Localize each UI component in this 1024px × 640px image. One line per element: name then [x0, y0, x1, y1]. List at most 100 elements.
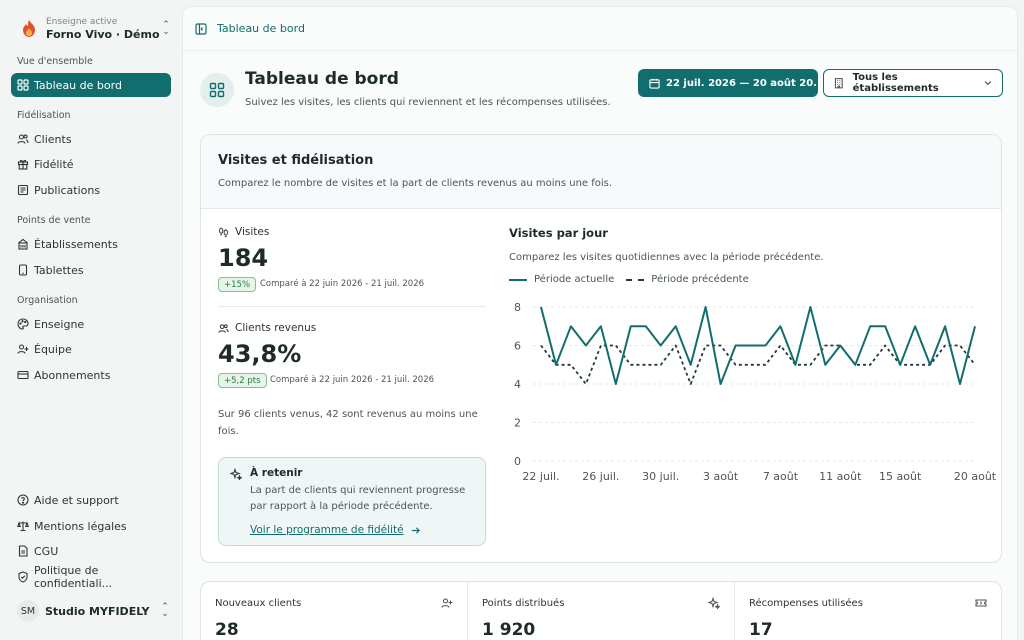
nav-section-title: Fidélisation — [17, 110, 71, 121]
sidebar-item-brand[interactable]: Enseigne — [11, 312, 171, 336]
grid-icon — [17, 79, 29, 91]
sidebar-item-subscriptions[interactable]: Abonnements — [11, 363, 171, 387]
tablet-icon — [17, 264, 29, 276]
dashboard-icon — [200, 73, 234, 107]
chevron-up-down-icon: ⌃ ⌄ — [161, 602, 169, 619]
file-icon — [17, 545, 29, 557]
visits-loyalty-card: Visites et fidélisation Comparez le nomb… — [200, 134, 1002, 563]
topbar: Tableau de bord — [183, 7, 1017, 51]
stat-card-new-clients: Nouveaux clients 28 — [201, 582, 468, 640]
sidebar-toggle-icon[interactable] — [195, 22, 207, 35]
card-icon — [17, 369, 29, 381]
loyalty-program-link[interactable]: Voir le programme de fidélité — [250, 524, 421, 536]
users-icon — [17, 133, 29, 145]
stat-value: 17 — [749, 620, 773, 640]
chart-subtitle: Comparez les visites quotidiennes avec l… — [509, 252, 824, 263]
sidebar-item-label: Enseigne — [34, 317, 85, 331]
takeaway-title: À retenir — [250, 467, 303, 479]
sidebar-item-label: Clients — [34, 132, 72, 146]
arrow-right-icon — [411, 526, 420, 534]
users-icon — [218, 323, 229, 333]
sidebar-item-team[interactable]: Équipe — [11, 337, 171, 361]
sidebar-item-label: Publications — [34, 183, 101, 197]
ticket-icon — [975, 599, 987, 607]
x-tick-label: 20 août — [954, 470, 997, 483]
x-tick-label: 3 août — [703, 470, 739, 483]
card-subtitle: Comparez le nombre de visites et la part… — [218, 178, 613, 189]
stat-value: 28 — [215, 620, 239, 640]
chart-title: Visites par jour — [509, 226, 608, 240]
card-title: Visites et fidélisation — [218, 153, 374, 168]
page-subtitle: Suivez les visites, les clients qui revi… — [245, 97, 611, 108]
x-tick-label: 15 août — [879, 470, 922, 483]
establishment-select[interactable]: Tous les établissements — [823, 69, 1003, 97]
palette-icon — [17, 318, 29, 330]
chevron-up-down-icon: ⌃ ⌄ — [162, 20, 170, 37]
sidebar-item-establishments[interactable]: Établissements — [11, 232, 171, 256]
returning-delta-badge: +5,2 pts — [218, 373, 267, 388]
gift-icon — [17, 158, 29, 170]
breadcrumb[interactable]: Tableau de bord — [217, 22, 305, 35]
sidebar-item-terms[interactable]: CGU — [11, 539, 171, 563]
chevron-down-icon — [984, 81, 992, 86]
y-tick-label: 2 — [514, 417, 521, 430]
building-icon — [834, 78, 843, 89]
legend-label-current: Période actuelle — [534, 274, 615, 285]
page-title: Tableau de bord — [245, 69, 399, 89]
nav-section-title: Points de vente — [17, 215, 91, 226]
visits-label-text: Visites — [235, 226, 270, 238]
brand-switcher[interactable]: Enseigne active Forno Vivo · Démo ⌃ ⌄ — [12, 10, 172, 48]
team-icon — [17, 343, 29, 355]
stat-card-rewards: Récompenses utilisées 17 — [735, 582, 1001, 640]
brand-name: Forno Vivo · Démo — [46, 28, 160, 41]
sidebar-item-label: Équipe — [34, 342, 72, 356]
divider — [218, 306, 486, 307]
sidebar: Enseigne active Forno Vivo · Démo ⌃ ⌄ Vue… — [0, 0, 182, 640]
takeaway-text: La part de clients qui reviennent progre… — [250, 485, 466, 512]
stat-label: Points distribués — [482, 598, 565, 609]
date-range-label: 22 juil. 2026 — 20 août 20... — [666, 77, 818, 89]
x-tick-label: 22 juil. — [522, 470, 559, 483]
sidebar-item-publications[interactable]: Publications — [11, 178, 171, 202]
stat-card-points: Points distribués 1 920 — [468, 582, 735, 640]
sparkle-icon — [230, 468, 242, 480]
sidebar-item-tablets[interactable]: Tablettes — [11, 258, 171, 282]
stat-label: Récompenses utilisées — [749, 598, 863, 609]
building-icon — [17, 238, 29, 250]
sidebar-item-privacy[interactable]: Politique de confidentiali... — [11, 564, 171, 590]
shield-icon — [17, 571, 29, 583]
sidebar-item-label: Établissements — [34, 237, 118, 251]
series-line-previous — [540, 344, 976, 385]
flame-logo-icon — [23, 20, 35, 37]
help-icon — [17, 494, 29, 506]
sidebar-item-label: CGU — [34, 544, 59, 558]
calendar-icon — [649, 78, 660, 89]
card-header: Visites et fidélisation Comparez le nomb… — [201, 135, 1001, 209]
legend-swatch-current — [509, 278, 527, 281]
sidebar-item-clients[interactable]: Clients — [11, 127, 171, 151]
user-plus-icon — [441, 598, 453, 608]
stats-row: Nouveaux clients 28 Points distribués 1 … — [200, 581, 1002, 640]
visits-metric-label: Visites — [218, 226, 269, 238]
sidebar-item-label: Tablettes — [34, 263, 84, 277]
sidebar-item-dashboard[interactable]: Tableau de bord — [11, 73, 171, 97]
stat-label: Nouveaux clients — [215, 598, 302, 609]
returning-label-text: Clients revenus — [235, 322, 317, 334]
user-name: Studio MYFIDELY — [45, 604, 150, 618]
sidebar-item-label: Abonnements — [34, 368, 111, 382]
date-range-button[interactable]: 22 juil. 2026 — 20 août 20... — [638, 69, 818, 97]
brand-subtitle: Enseigne active — [46, 17, 118, 27]
legend-label-previous: Période précédente — [651, 274, 749, 285]
footprints-icon — [219, 227, 228, 237]
nav-section-title: Organisation — [17, 295, 78, 306]
user-switcher[interactable]: SM Studio MYFIDELY ⌃ ⌄ — [11, 598, 171, 624]
x-tick-label: 26 juil. — [582, 470, 619, 483]
sidebar-item-help[interactable]: Aide et support — [11, 488, 171, 512]
returning-compare-text: Comparé à 22 juin 2026 - 21 juil. 2026 — [270, 375, 435, 385]
summary-text: Sur 96 clients venus, 42 sont revenus au… — [218, 409, 478, 437]
y-tick-label: 6 — [514, 340, 521, 353]
legend-swatch-previous — [626, 278, 645, 281]
avatar: SM — [17, 600, 39, 622]
sidebar-item-loyalty[interactable]: Fidélité — [11, 152, 171, 176]
sidebar-item-legal[interactable]: Mentions légales — [11, 514, 171, 538]
